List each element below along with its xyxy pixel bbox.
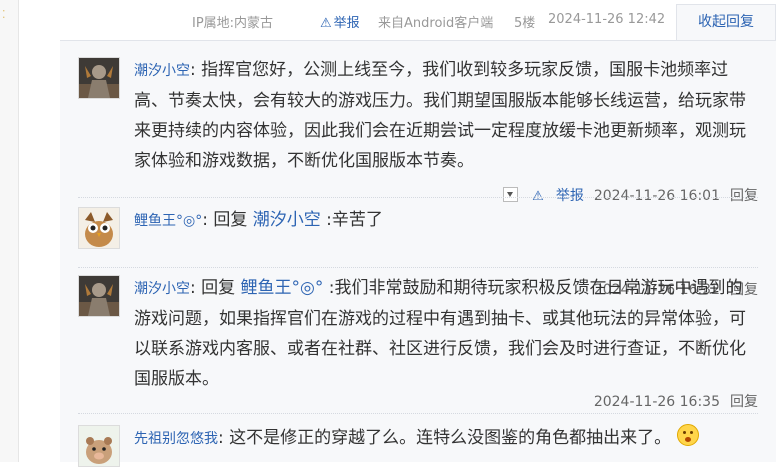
divider: [78, 197, 758, 198]
avatar[interactable]: [78, 207, 120, 249]
post-report-label: 举报: [333, 16, 360, 31]
reply-username[interactable]: 潮汐小空: [134, 281, 190, 297]
collapse-replies-button[interactable]: 收起回复: [676, 4, 776, 40]
reply-body: 这不是修正的穿越了么。连特么没图鉴的角色都抽出来了。: [229, 428, 672, 448]
more-options-dropdown-icon[interactable]: [503, 187, 519, 202]
reply-button[interactable]: 回复: [730, 394, 758, 410]
client-source: 来自Android客户端: [378, 16, 494, 31]
reply-item: 先祖别忽悠我: 这不是修正的穿越了么。连特么没图鉴的角色都抽出来了。: [78, 423, 758, 475]
reply-to-username[interactable]: 潮汐小空: [253, 210, 321, 230]
surprised-emoji-icon: [676, 424, 699, 446]
avatar[interactable]: [78, 275, 120, 317]
reply-username[interactable]: 鲤鱼王°◎°: [134, 213, 202, 229]
floor-number: 5楼: [514, 16, 536, 31]
reply-button[interactable]: 回复: [730, 188, 758, 204]
reply-username[interactable]: 潮汐小空: [134, 63, 190, 79]
reply-item: 潮汐小空: 指挥官您好，公测上线至今，我们收到较多玩家反馈，国服卡池频率过高、节…: [78, 57, 758, 204]
avatar[interactable]: [78, 425, 120, 467]
divider: [78, 267, 758, 268]
divider: [78, 413, 758, 414]
post-report-link[interactable]: ⚠ 举报: [320, 12, 360, 31]
reply-to-username[interactable]: 鲤鱼王°◎°: [241, 278, 324, 298]
reply-report-link[interactable]: ⚠ 举报: [522, 188, 584, 204]
reply-content: 潮汐小空: 指挥官您好，公测上线至今，我们收到较多玩家反馈，国服卡池频率过高、节…: [134, 60, 746, 171]
reply-prefix: 回复: [213, 210, 248, 230]
avatar-owl-image: [79, 208, 119, 248]
reply-username[interactable]: 先祖别忽悠我: [134, 431, 218, 447]
ip-location: IP属地:内蒙古: [192, 16, 274, 31]
reply-body: 指挥官您好，公测上线至今，我们收到较多玩家反馈，国服卡池频率过高、节奏太快，会有…: [134, 60, 746, 171]
avatar-warrior-image: [79, 58, 119, 98]
warning-icon: ⚠: [320, 16, 332, 31]
reply-content: 鲤鱼王°◎°: 回复 潮汐小空 :辛苦了: [134, 210, 383, 230]
avatar[interactable]: [78, 57, 120, 99]
post-meta-bar: IP属地:内蒙古 ⚠ 举报 来自Android客户端 5楼 2024-11-26 …: [40, 0, 784, 42]
reply-prefix: 回复: [201, 278, 236, 298]
post-time: 2024-11-26 12:42: [548, 12, 666, 27]
reply-item: 潮汐小空: 回复 鲤鱼王°◎° :我们非常鼓励和期待玩家积极反馈在日常游玩中遇到…: [78, 275, 758, 410]
reply-footer: 2024-11-26 16:35 回复: [584, 391, 758, 411]
reply-content: 先祖别忽悠我: 这不是修正的穿越了么。连特么没图鉴的角色都抽出来了。: [134, 423, 758, 454]
left-strip: ⁚: [0, 0, 19, 462]
decor-icon: ⁚: [2, 8, 6, 21]
reply-time: 2024-11-26 16:01: [593, 188, 720, 204]
replies-panel: 潮汐小空: 指挥官您好，公测上线至今，我们收到较多玩家反馈，国服卡池频率过高、节…: [60, 40, 776, 467]
reply-body: :辛苦了: [326, 210, 383, 230]
avatar-pig-image: [79, 426, 119, 466]
reply-item: 鲤鱼王°◎°: 回复 潮汐小空 :辛苦了 2024-11-26 16:32 回复: [78, 207, 758, 298]
reply-time: 2024-11-26 16:35: [593, 394, 720, 410]
reply-footer: ⚠ 举报 2024-11-26 16:01 回复: [493, 185, 758, 205]
avatar-warrior-image: [79, 276, 119, 316]
reply-report-label: 举报: [555, 188, 584, 204]
reply-content: 潮汐小空: 回复 鲤鱼王°◎° :我们非常鼓励和期待玩家积极反馈在日常游玩中遇到…: [134, 278, 746, 389]
